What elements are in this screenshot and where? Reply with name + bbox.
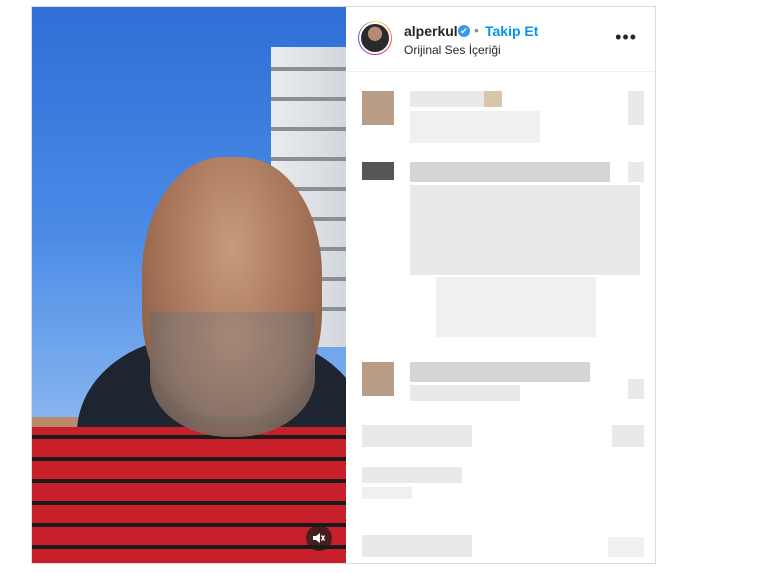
- verified-badge-icon: ✔: [458, 25, 470, 37]
- blurred-avatar: [362, 362, 394, 396]
- blurred-text: [410, 185, 640, 275]
- blurred-likes-count: [362, 467, 462, 483]
- post-video[interactable]: [32, 7, 346, 563]
- blurred-text: [484, 91, 502, 107]
- blurred-like-icon: [628, 91, 644, 125]
- blurred-text: [410, 362, 590, 382]
- blurred-text: [410, 385, 520, 401]
- blurred-like-icon: [628, 379, 644, 399]
- blurred-action-bar: [612, 425, 644, 447]
- blurred-text: [410, 111, 540, 143]
- mute-button[interactable]: [306, 525, 332, 551]
- blurred-avatar: [362, 162, 394, 180]
- separator-dot: •: [474, 22, 479, 38]
- beard: [150, 312, 315, 437]
- blurred-action-bar: [362, 425, 472, 447]
- post-header: alperkul ✔ • Takip Et Orijinal Ses İçeri…: [346, 7, 655, 72]
- jacket: [32, 427, 346, 563]
- post-side-panel: alperkul ✔ • Takip Et Orijinal Ses İçeri…: [346, 7, 655, 563]
- blurred-comment-input: [362, 535, 472, 557]
- blurred-avatar: [362, 91, 394, 125]
- avatar[interactable]: [358, 21, 392, 55]
- speaker-muted-icon: [313, 533, 326, 543]
- follow-button[interactable]: Takip Et: [485, 23, 538, 39]
- username-link[interactable]: alperkul: [404, 23, 458, 39]
- more-options-icon[interactable]: •••: [615, 27, 637, 48]
- avatar-image: [359, 22, 391, 54]
- blurred-text: [410, 162, 610, 182]
- blurred-post-button: [608, 537, 644, 557]
- blurred-like-icon: [628, 162, 644, 182]
- blurred-text: [436, 277, 596, 337]
- blurred-date: [362, 487, 412, 499]
- audio-label[interactable]: Orijinal Ses İçeriği: [404, 43, 501, 57]
- instagram-post-embed: alperkul ✔ • Takip Et Orijinal Ses İçeri…: [31, 6, 656, 564]
